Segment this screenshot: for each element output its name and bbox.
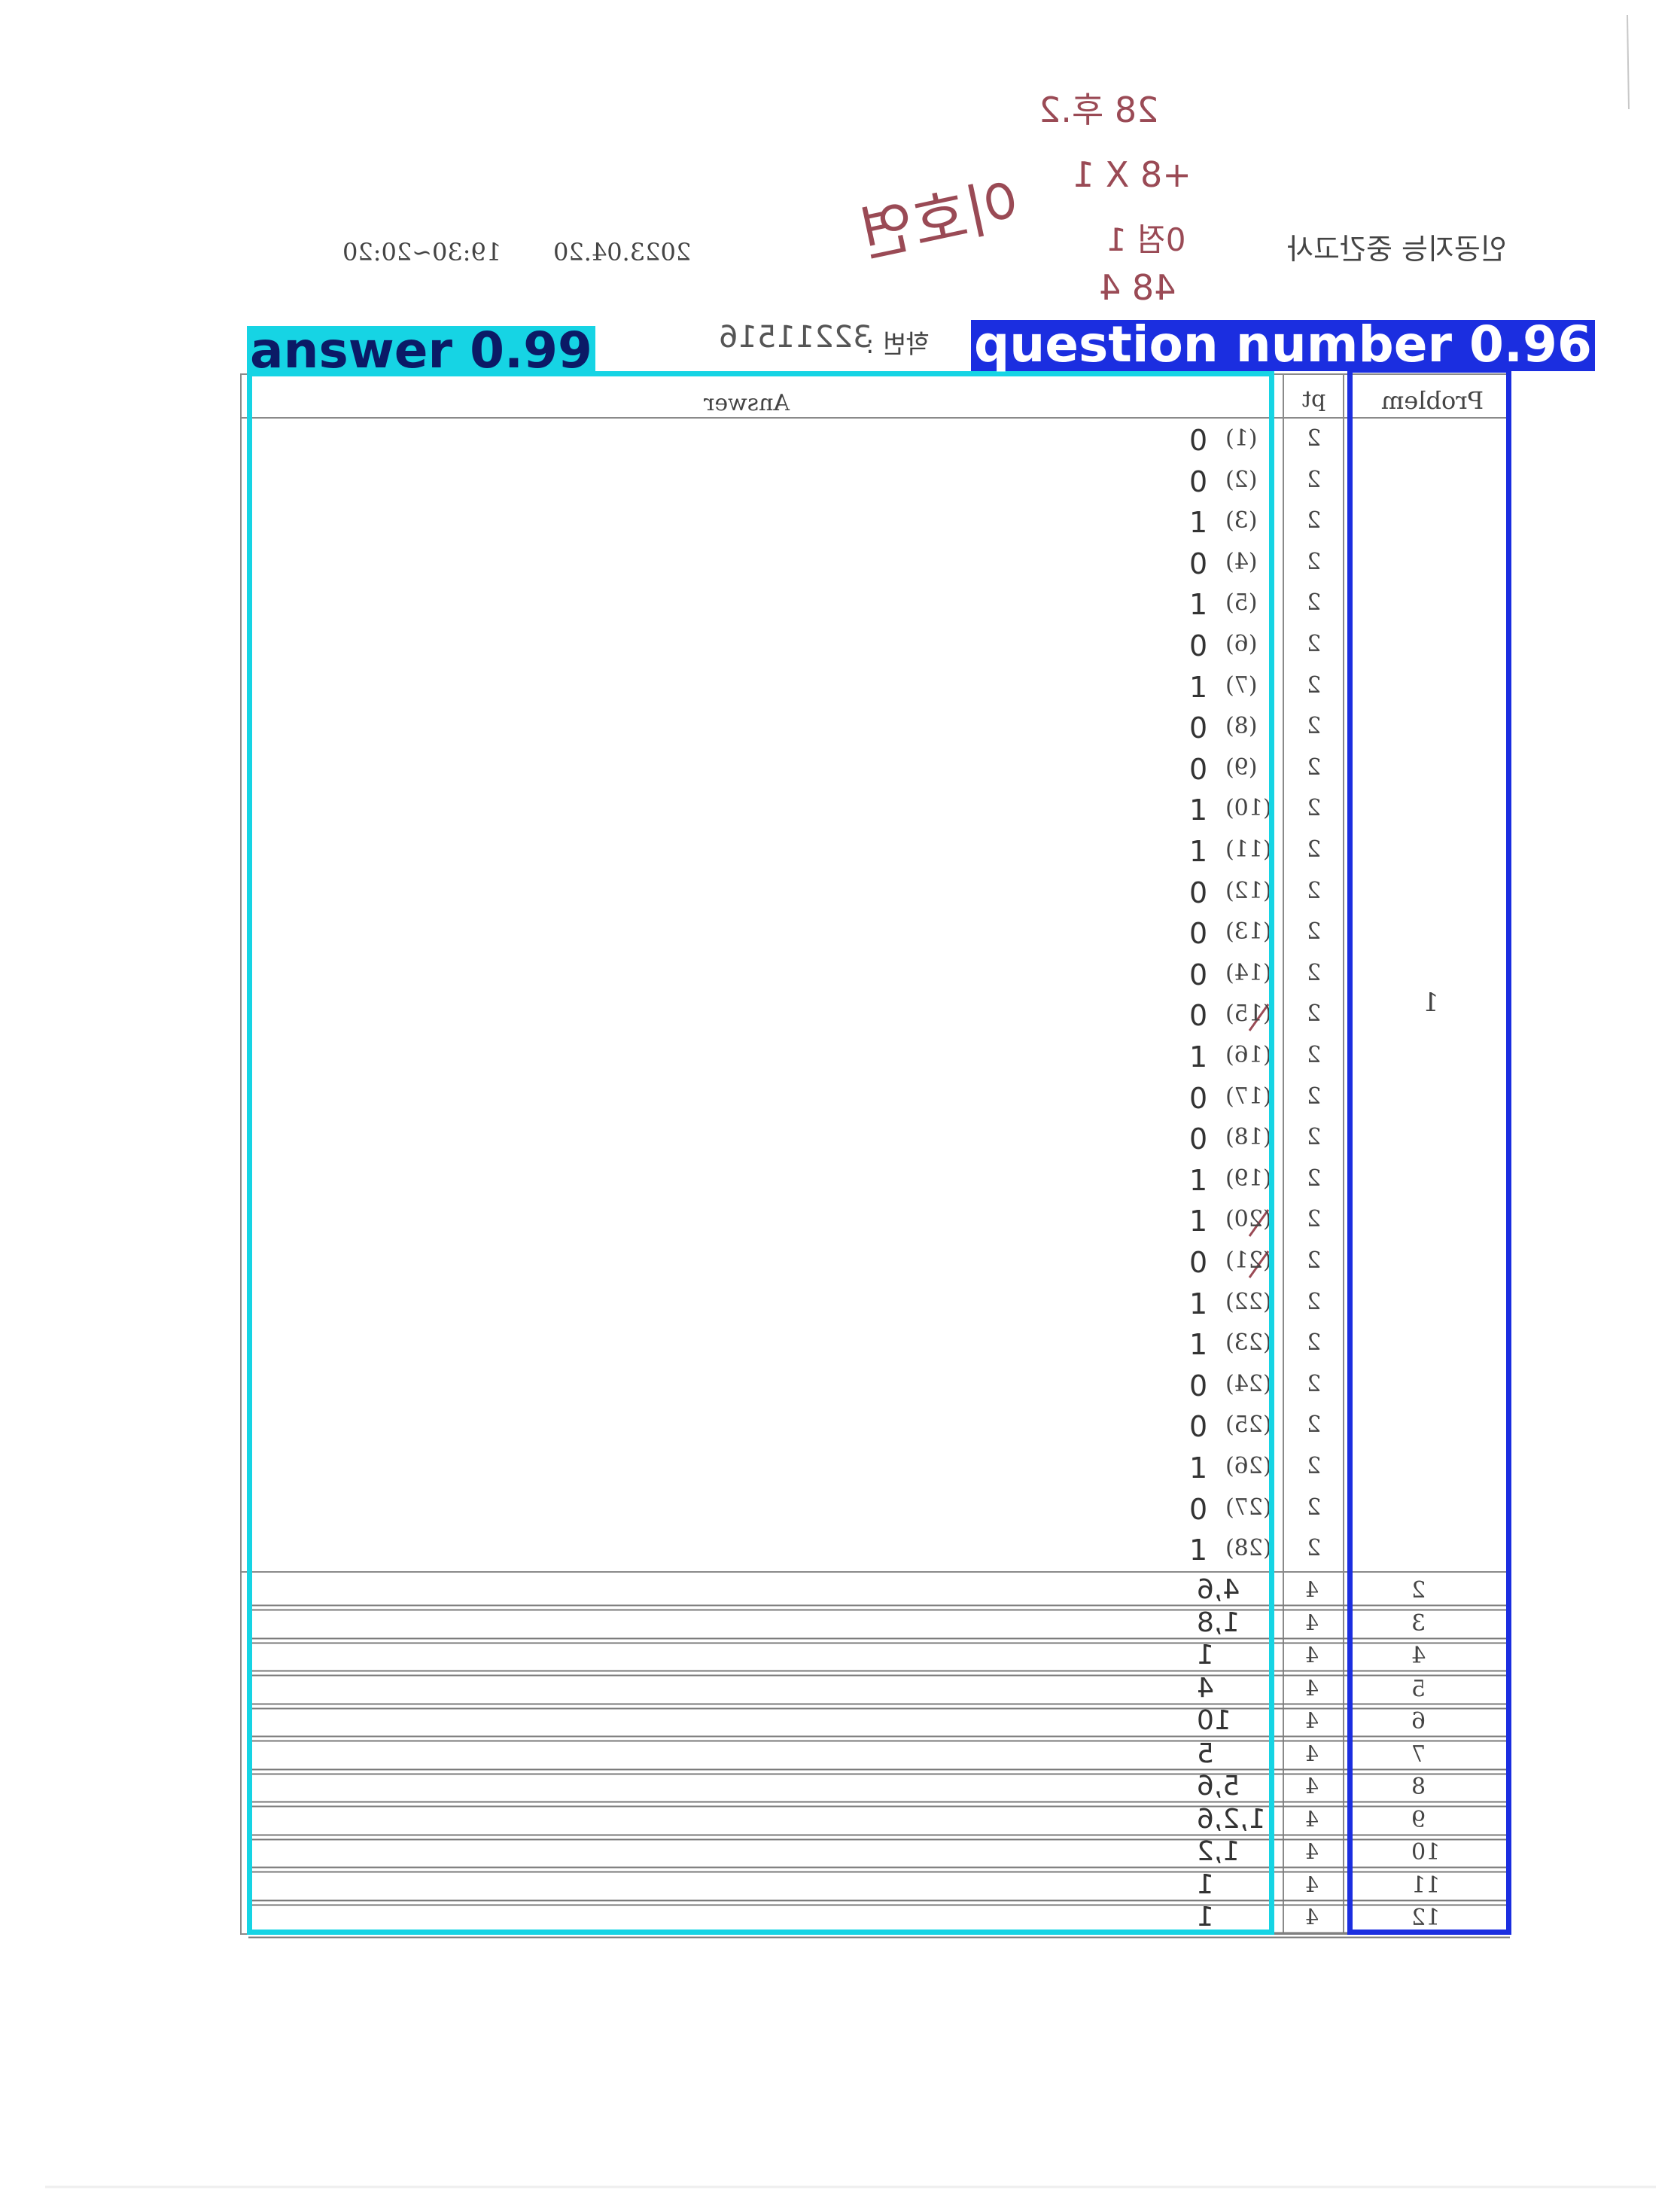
points-value: 4 [1305,1577,1319,1602]
points-value: 2 [1307,713,1322,739]
points-value: 4 [1305,1741,1319,1766]
points-value: 4 [1305,1872,1319,1897]
points-value: 4 [1305,1774,1319,1799]
points-value: 2 [1307,467,1322,493]
answer-detection-box [247,371,1274,1935]
points-value: 2 [1307,1042,1322,1068]
points-value: 2 [1307,1412,1322,1438]
question-number-detection-label: question number 0.96 [971,320,1595,371]
exam-date: 2023.04.20 [553,238,692,267]
points-value: 2 [1307,507,1322,534]
answer-detection-label: answer 0.99 [247,326,595,376]
points-value: 2 [1307,1371,1322,1397]
points-value: 2 [1307,754,1322,781]
points-value: 2 [1307,1330,1322,1356]
handwritten-tally-4: 48 4 [1099,267,1176,308]
points-value: 2 [1307,1535,1322,1561]
points-value: 4 [1305,1905,1319,1930]
points-value: 2 [1307,1206,1322,1232]
student-id-label: 학번 : [866,330,930,360]
handwritten-tally-1: 28 후.2 [1039,90,1159,130]
handwritten-tally-2: +8 X 1 [1073,154,1192,195]
points-value: 2 [1307,631,1322,657]
points-value: 4 [1305,1839,1319,1864]
points-value: 2 [1307,795,1322,821]
question-number-detection-box [1347,367,1511,1935]
points-value: 2 [1307,1083,1322,1110]
points-value: 2 [1307,1494,1322,1521]
points-value: 2 [1307,425,1322,452]
points-value: 2 [1307,878,1322,904]
points-value: 2 [1307,1001,1322,1027]
pt-column-header: pt [1302,386,1326,413]
points-value: 4 [1305,1610,1319,1635]
points-value: 2 [1307,960,1322,986]
points-value: 2 [1307,1124,1322,1150]
points-value: 2 [1307,1247,1322,1274]
points-value: 2 [1307,1453,1322,1479]
points-value: 4 [1305,1807,1319,1832]
points-value: 2 [1307,918,1322,945]
points-value: 2 [1307,1289,1322,1315]
course-title: 인공지능 중간고사 [1287,233,1507,266]
points-value: 4 [1305,1643,1319,1668]
points-value: 4 [1305,1708,1319,1733]
handwritten-tally-3: 0점 1 [1106,221,1186,258]
points-value: 2 [1307,589,1322,616]
points-value: 2 [1307,672,1322,699]
points-value: 2 [1307,836,1322,863]
points-value: 4 [1305,1676,1319,1701]
points-value: 2 [1307,549,1322,575]
exam-time: 19:30~20:20 [342,238,502,267]
student-id-value: 32211516 [719,320,872,355]
points-value: 2 [1307,1165,1322,1192]
